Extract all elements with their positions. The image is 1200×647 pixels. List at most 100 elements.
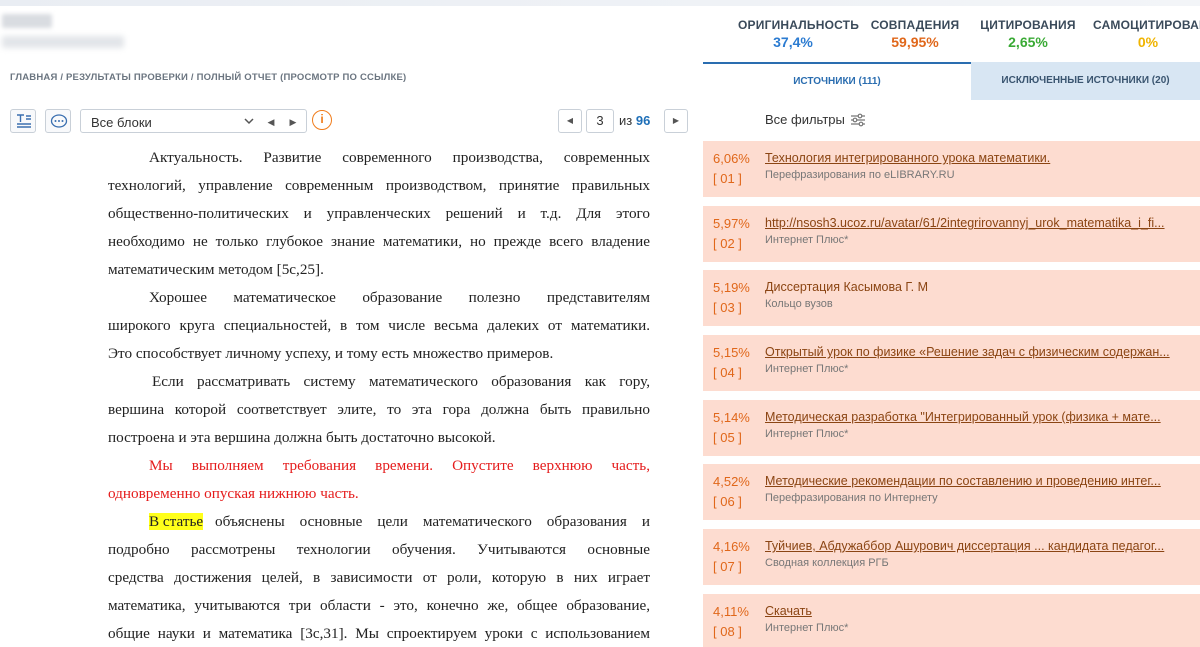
page-number-input[interactable]: 3: [586, 109, 614, 133]
blurred-document-title: [2, 36, 124, 48]
source-percent: 5,15%: [713, 345, 750, 360]
source-number: [ 03 ]: [713, 300, 742, 315]
source-collection: Кольцо вузов: [765, 298, 833, 310]
source-title-link[interactable]: http://nsosh3.ucoz.ru/avatar/61/2integri…: [765, 216, 1197, 230]
blurred-user-name: [2, 14, 52, 28]
sources-panel: ИСТОЧНИКИ (111) ИСКЛЮЧЕННЫЕ ИСТОЧНИКИ (2…: [703, 62, 1200, 647]
comment-dots-icon: [50, 114, 68, 128]
source-percent: 4,11%: [713, 604, 749, 619]
stat-citations-label: ЦИТИРОВАНИЯ: [980, 18, 1076, 32]
source-title: Диссертация Касымова Г. М: [765, 280, 929, 294]
tab-excluded-sources[interactable]: ИСКЛЮЧЕННЫЕ ИСТОЧНИКИ (20): [971, 62, 1200, 100]
stat-citations-value: 2,65%: [1008, 34, 1048, 50]
source-item[interactable]: 5,19% [ 03 ] Диссертация Касымова Г. М К…: [703, 270, 1200, 326]
stat-citations: ЦИТИРОВАНИЯ 2,65%: [978, 18, 1078, 50]
stat-self-citations: САМОЦИТИРОВАНИЯ 0%: [1093, 18, 1200, 50]
text-line: технологий, управление современным произ…: [108, 177, 650, 194]
source-collection: Интернет Плюс*: [765, 622, 849, 634]
text-format-icon: [17, 114, 31, 128]
blocks-select-value: Все блоки: [91, 115, 152, 130]
next-page-button[interactable]: ▶: [664, 109, 688, 133]
highlighted-phrase[interactable]: В статье: [149, 513, 204, 530]
source-collection: Сводная коллекция РГБ: [765, 557, 889, 569]
source-collection: Интернет Плюс*: [765, 363, 849, 375]
text-line: Если рассматривать систему математическо…: [152, 373, 650, 390]
source-item[interactable]: 4,11% [ 08 ] Скачать Интернет Плюс*: [703, 594, 1200, 647]
prev-page-button[interactable]: ◀: [558, 109, 582, 133]
source-collection: Перефразирования по Интернету: [765, 492, 938, 504]
document-toolbar: Все блоки ◀ ▶ i ◀ 3 из 96 ▶: [0, 104, 703, 138]
source-number: [ 01 ]: [713, 171, 742, 186]
source-percent: 4,16%: [713, 539, 750, 554]
source-percent: 5,19%: [713, 280, 750, 295]
text-line: Хорошее математическое образование полез…: [149, 289, 650, 306]
source-percent: 6,06%: [713, 151, 750, 166]
source-number: [ 02 ]: [713, 236, 742, 251]
stat-matches-value: 59,95%: [891, 34, 939, 50]
text-line: общие науки и математика [3с,31]. Мы спр…: [108, 625, 650, 642]
page-count: из 96: [619, 113, 650, 128]
text-line: математика, учитываются три области - эт…: [108, 597, 650, 614]
source-number: [ 07 ]: [713, 559, 742, 574]
document-panel: ГЛАВНАЯ / РЕЗУЛЬТАТЫ ПРОВЕРКИ / ПОЛНЫЙ О…: [0, 62, 703, 647]
stat-matches: СОВПАДЕНИЯ 59,95%: [865, 18, 965, 50]
page-of-label: из: [619, 113, 633, 128]
source-number: [ 05 ]: [713, 430, 742, 445]
top-header: ОРИГИНАЛЬНОСТЬ 37,4% СОВПАДЕНИЯ 59,95% Ц…: [0, 0, 1200, 62]
prev-block-button[interactable]: ◀: [262, 113, 280, 131]
source-title-link[interactable]: Технология интегрированного урока матема…: [765, 151, 1197, 165]
source-collection: Интернет Плюс*: [765, 234, 849, 246]
source-item[interactable]: 6,06% [ 01 ] Технология интегрированного…: [703, 141, 1200, 197]
source-collection: Интернет Плюс*: [765, 428, 849, 440]
source-percent: 4,52%: [713, 474, 750, 489]
blocks-select[interactable]: Все блоки ◀ ▶: [80, 109, 307, 133]
source-title-link[interactable]: Открытый урок по физике «Решение задач с…: [765, 345, 1197, 359]
stat-originality-value: 37,4%: [773, 34, 813, 50]
source-item[interactable]: 4,52% [ 06 ] Методические рекомендации п…: [703, 464, 1200, 520]
chevron-down-icon: [244, 118, 254, 125]
source-percent: 5,14%: [713, 410, 750, 425]
text-line: средства достижения целей, в зависимости…: [108, 569, 650, 586]
source-item[interactable]: 5,14% [ 05 ] Методическая разработка "Ин…: [703, 400, 1200, 456]
filters-button[interactable]: Все фильтры: [703, 100, 1200, 140]
source-item[interactable]: 5,97% [ 02 ] http://nsosh3.ucoz.ru/avata…: [703, 206, 1200, 262]
comments-button[interactable]: [45, 109, 71, 133]
source-item[interactable]: 5,15% [ 04 ] Открытый урок по физике «Ре…: [703, 335, 1200, 391]
tab-sources[interactable]: ИСТОЧНИКИ (111): [703, 62, 971, 100]
page-total: 96: [635, 113, 651, 128]
source-title-link[interactable]: Скачать: [765, 604, 1197, 618]
source-title-link[interactable]: Методические рекомендации по составлению…: [765, 474, 1197, 488]
text-line: подробно рассмотрены технологии обучения…: [108, 541, 650, 558]
source-number: [ 04 ]: [713, 365, 742, 380]
source-title-link[interactable]: Туйчиев, Абдужаббор Ашурович диссертация…: [765, 539, 1197, 553]
text-line-rest: объяснены основные цели математического …: [215, 513, 650, 530]
stat-originality: ОРИГИНАЛЬНОСТЬ 37,4%: [738, 18, 860, 50]
text-line: общественно-политических и управленчески…: [108, 205, 650, 222]
text-line-highlighted: В статье объяснены основные цели математ…: [149, 513, 650, 535]
source-percent: 5,97%: [713, 216, 750, 231]
text-view-button[interactable]: [10, 109, 36, 133]
info-circle-icon[interactable]: i: [312, 110, 332, 130]
breadcrumb[interactable]: ГЛАВНАЯ / РЕЗУЛЬТАТЫ ПРОВЕРКИ / ПОЛНЫЙ О…: [10, 72, 406, 83]
text-line: Актуальность. Развитие современного прои…: [149, 149, 650, 166]
source-item[interactable]: 4,16% [ 07 ] Туйчиев, Абдужаббор Ашурови…: [703, 529, 1200, 585]
report-stats: ОРИГИНАЛЬНОСТЬ 37,4% СОВПАДЕНИЯ 59,95% Ц…: [720, 18, 1200, 54]
source-number: [ 06 ]: [713, 494, 742, 509]
next-block-button[interactable]: ▶: [284, 113, 302, 131]
source-number: [ 08 ]: [713, 624, 742, 639]
text-line: необходимо не только глубокое знание мат…: [108, 233, 650, 250]
text-line: Это способствует личному успеху, и тому …: [108, 345, 554, 362]
text-line: математическим методом [5с,25].: [108, 261, 324, 278]
browser-top-strip: [0, 0, 1200, 6]
sources-tabs: ИСТОЧНИКИ (111) ИСКЛЮЧЕННЫЕ ИСТОЧНИКИ (2…: [703, 62, 1200, 100]
stat-self-citations-value: 0%: [1137, 34, 1159, 50]
text-line: широкого круга специальностей, в том чис…: [108, 317, 650, 334]
filters-label: Все фильтры: [765, 112, 845, 127]
sliders-icon: [851, 113, 865, 127]
text-line-warning: одновременно опуская нижнюю часть.: [108, 485, 359, 502]
page-navigator: ◀ 3 из 96 ▶: [558, 109, 688, 133]
source-collection: Перефразирования по eLIBRARY.RU: [765, 169, 955, 181]
stat-originality-label: ОРИГИНАЛЬНОСТЬ: [738, 18, 860, 32]
source-title-link[interactable]: Методическая разработка "Интегрированный…: [765, 410, 1197, 424]
stat-self-citations-label: САМОЦИТИРОВАНИЯ: [1093, 18, 1200, 32]
